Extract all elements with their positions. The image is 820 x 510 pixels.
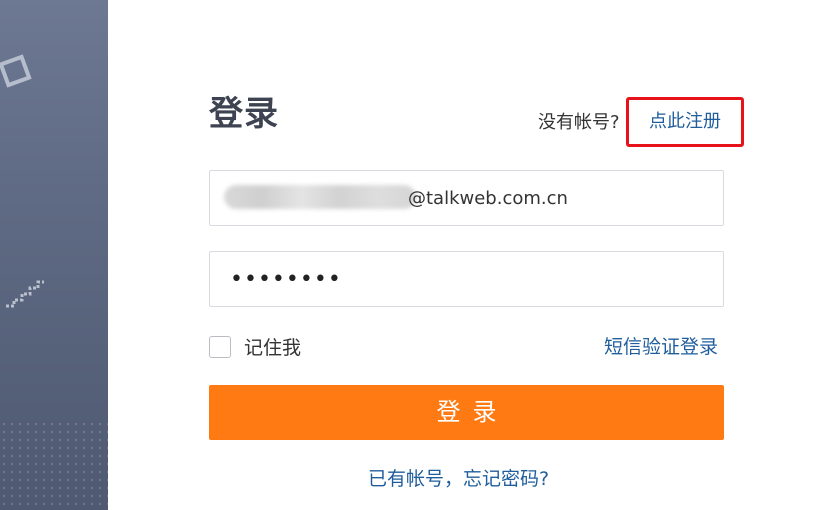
sms-login-link[interactable]: 短信验证登录 [604,333,718,361]
square-outline-icon [0,54,32,88]
no-account-text: 没有帐号? [538,112,620,133]
remember-me-label[interactable]: 记住我 [244,335,301,361]
email-value: @talkweb.com.cn [408,188,568,209]
password-field[interactable]: •••••••• [209,251,724,307]
page-title: 登录 [209,94,279,134]
remember-me-checkbox[interactable] [209,336,231,358]
login-button[interactable]: 登录 [209,385,724,440]
email-redacted-blur [224,185,416,209]
dot-pattern [0,420,108,510]
password-value: •••••••• [230,267,342,292]
side-decoration-panel [0,0,108,510]
forgot-password-link[interactable]: 已有帐号，忘记密码? [368,465,549,493]
stairs-icon [6,280,44,308]
email-field[interactable]: @talkweb.com.cn [209,170,724,226]
register-link[interactable]: 点此注册 [626,97,744,147]
